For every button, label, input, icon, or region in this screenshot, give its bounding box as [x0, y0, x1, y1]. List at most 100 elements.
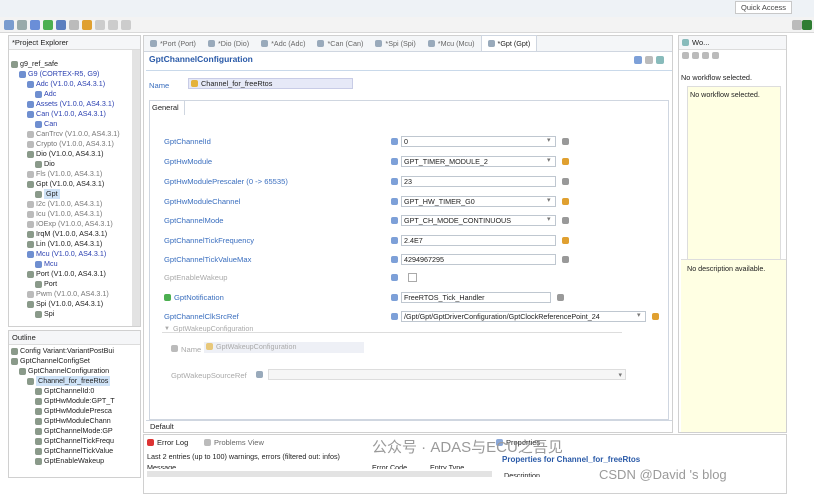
tree-item[interactable]: Dio (V1.0.0, AS4.3.1)	[11, 149, 140, 159]
param-action-icon[interactable]	[652, 313, 659, 320]
editor-tab[interactable]: *Spi (Spi)	[369, 36, 421, 51]
param-value-field[interactable]: FreeRTOS_Tick_Handler	[401, 292, 551, 303]
globe-icon[interactable]	[30, 19, 40, 30]
col-entry-type[interactable]: Entry Type	[430, 463, 464, 469]
outline-item[interactable]: Channel_for_freeRtos	[11, 376, 140, 386]
tree-item[interactable]: Mcu (V1.0.0, AS4.3.1)	[11, 249, 140, 259]
param-value-field[interactable]: GPT_TIMER_MODULE_2	[401, 156, 556, 167]
tree-item[interactable]: Adc (V1.0.0, AS4.3.1)	[11, 79, 140, 89]
param-value-field[interactable]: 23	[401, 176, 556, 187]
project-scrollbar[interactable]	[132, 50, 140, 326]
editor-tab[interactable]: *Gpt (Gpt)	[480, 35, 538, 51]
tree-item[interactable]: Can	[11, 119, 140, 129]
tree-item[interactable]: IrqM (V1.0.0, AS4.3.1)	[11, 229, 140, 239]
tree-item[interactable]: G9 (CORTEX-R5, G9)	[11, 69, 140, 79]
chevron-down-icon[interactable]: ▾	[547, 215, 551, 223]
editor-tab[interactable]: *Dio (Dio)	[202, 36, 255, 51]
tree-item[interactable]: Icu (V1.0.0, AS4.3.1)	[11, 209, 140, 219]
play-icon[interactable]	[682, 52, 689, 59]
param-action-icon[interactable]	[562, 178, 569, 185]
validate-icon[interactable]	[69, 19, 79, 30]
outline-item[interactable]: GptChannelTickFrequ	[11, 436, 140, 446]
col-message[interactable]: Message	[147, 463, 372, 469]
new-icon[interactable]	[4, 19, 14, 30]
tree-item[interactable]: Fls (V1.0.0, AS4.3.1)	[11, 169, 140, 179]
tree-item[interactable]: Port (V1.0.0, AS4.3.1)	[11, 269, 140, 279]
generate-icon[interactable]	[56, 19, 66, 30]
editor-tab[interactable]: *Can (Can)	[311, 36, 369, 51]
check-icon[interactable]	[692, 52, 699, 59]
param-value-field[interactable]: 4294967295	[401, 254, 556, 265]
outline-item[interactable]: GptEnableWakeup	[11, 456, 140, 466]
outline-item[interactable]: GptChannelConfiguration	[11, 366, 140, 376]
chevron-down-icon[interactable]: ▾	[547, 156, 551, 164]
tree-item[interactable]: Can (V1.0.0, AS4.3.1)	[11, 109, 140, 119]
properties-description-col[interactable]: Description	[504, 471, 614, 477]
tree-item[interactable]: Lin (V1.0.0, AS4.3.1)	[11, 239, 140, 249]
param-action-icon[interactable]	[562, 138, 569, 145]
tree-item[interactable]: Gpt	[11, 189, 140, 199]
tree-item[interactable]: Pwm (V1.0.0, AS4.3.1)	[11, 289, 140, 299]
bottom-scrollbar[interactable]	[147, 471, 492, 477]
param-action-icon[interactable]	[562, 237, 569, 244]
param-value-field[interactable]: GPT_CH_MODE_CONTINUOUS	[401, 215, 556, 226]
editor-tab[interactable]: *Port (Port)	[144, 36, 202, 51]
outline-item[interactable]: GptHwModule:GPT_T	[11, 396, 140, 406]
param-value-field[interactable]: /Gpt/Gpt/GptDriverConfiguration/GptClock…	[401, 311, 646, 322]
home-icon[interactable]	[656, 56, 664, 64]
wakeup-name-field[interactable]: GptWakeupConfiguration	[204, 342, 364, 353]
editor-tab[interactable]: *Mcu (Mcu)	[422, 36, 481, 51]
outline-item[interactable]: GptChannelConfigSet	[11, 356, 140, 366]
chevron-down-icon[interactable]: ▾	[637, 311, 641, 319]
tree-item[interactable]: Port	[11, 279, 140, 289]
tree-item[interactable]: g9_ref_safe	[11, 59, 140, 69]
tree-item[interactable]: Adc	[11, 89, 140, 99]
workflow-tab[interactable]: Wo...	[679, 36, 786, 50]
outline-item[interactable]: Config Variant:VariantPostBui	[11, 346, 140, 356]
tab-error-log[interactable]: Error Log	[147, 438, 188, 447]
param-action-icon[interactable]	[562, 198, 569, 205]
build-icon[interactable]	[43, 19, 53, 30]
tree-item[interactable]: Dio	[11, 159, 140, 169]
tree-item[interactable]: I2c (V1.0.0, AS4.3.1)	[11, 199, 140, 209]
forward-icon[interactable]	[108, 19, 118, 30]
pin-icon[interactable]	[121, 19, 131, 30]
param-value-field[interactable]: 2.4E7	[401, 235, 556, 246]
chevron-down-icon[interactable]: ▾	[547, 196, 551, 204]
copy-icon[interactable]	[712, 52, 719, 59]
wakeup-checkbox[interactable]	[408, 273, 417, 282]
outline-item[interactable]: GptChannelId:0	[11, 386, 140, 396]
link-icon[interactable]	[634, 56, 642, 64]
tree-item[interactable]: Assets (V1.0.0, AS4.3.1)	[11, 99, 140, 109]
refresh-icon[interactable]	[702, 52, 709, 59]
param-action-icon[interactable]	[562, 217, 569, 224]
tab-default[interactable]: Default	[147, 421, 177, 432]
param-value-field[interactable]: GPT_HW_TIMER_G0	[401, 196, 556, 207]
param-action-icon[interactable]	[557, 294, 564, 301]
param-action-icon[interactable]	[562, 256, 569, 263]
tree-item[interactable]: CanTrcv (V1.0.0, AS4.3.1)	[11, 129, 140, 139]
tool-icon[interactable]	[82, 19, 92, 30]
chevron-down-icon[interactable]: ▾	[618, 371, 622, 379]
tree-item[interactable]: Gpt (V1.0.0, AS4.3.1)	[11, 179, 140, 189]
tree-item[interactable]: Crypto (V1.0.0, AS4.3.1)	[11, 139, 140, 149]
outline-item[interactable]: GptHwModulePresca	[11, 406, 140, 416]
tree-item[interactable]: Mcu	[11, 259, 140, 269]
back-icon[interactable]	[95, 19, 105, 30]
tab-problems[interactable]: Problems View	[204, 438, 264, 447]
project-explorer-tab[interactable]: *Project Explorer	[9, 36, 140, 50]
perspective-active-icon[interactable]	[802, 20, 812, 30]
quick-access-field[interactable]: Quick Access	[734, 1, 792, 14]
tree-item[interactable]: IOExp (V1.0.0, AS4.3.1)	[11, 219, 140, 229]
col-error-code[interactable]: Error Code	[372, 463, 430, 469]
outline-item[interactable]: GptChannelTickValue	[11, 446, 140, 456]
editor-tab[interactable]: *Adc (Adc)	[255, 36, 311, 51]
param-action-icon[interactable]	[562, 158, 569, 165]
outline-item[interactable]: GptHwModuleChann	[11, 416, 140, 426]
tree-item[interactable]: Spi (V1.0.0, AS4.3.1)	[11, 299, 140, 309]
save-icon[interactable]	[17, 19, 27, 30]
chevron-down-icon[interactable]: ▾	[547, 136, 551, 144]
outline-tab[interactable]: Outline	[9, 331, 140, 345]
param-value-field[interactable]: 0	[401, 136, 556, 147]
tab-general[interactable]: General	[149, 100, 185, 115]
